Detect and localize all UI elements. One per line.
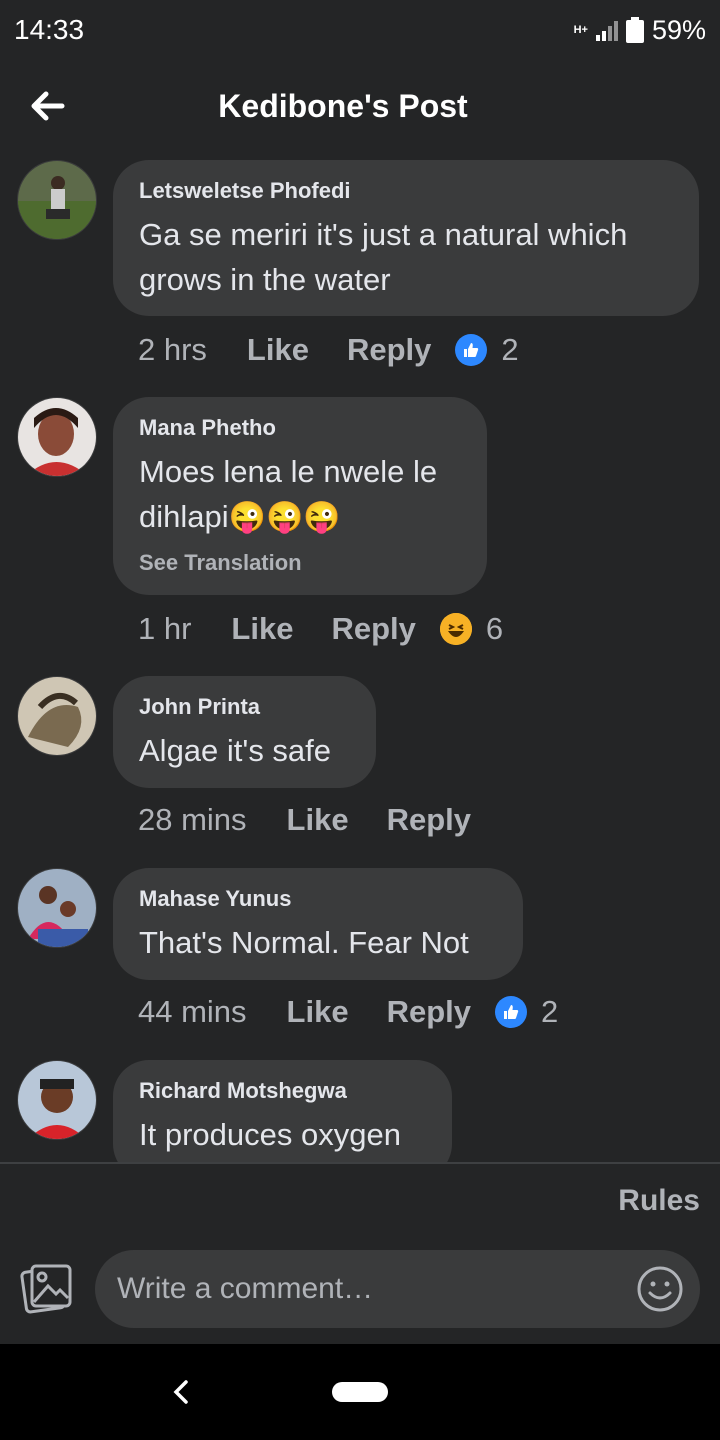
comment-text: It produces oxygen: [139, 1117, 401, 1152]
battery-icon: [625, 17, 644, 43]
page-title: Kedibone's Post: [218, 88, 468, 124]
status-time: 14:33: [14, 14, 85, 45]
signal-icon: [595, 19, 618, 41]
avatar[interactable]: [17, 160, 97, 240]
comment-bubble[interactable]: Letsweletse Phofedi Ga se meriri it's ju…: [113, 160, 699, 316]
comment-actions: 2 hrs Like Reply 2: [138, 332, 519, 368]
reaction-count: 2: [541, 994, 559, 1029]
comment-actions: 1 hr Like Reply 6: [138, 611, 503, 647]
reply-button[interactable]: Reply: [387, 802, 471, 838]
reply-button[interactable]: Reply: [331, 611, 415, 647]
comment-bubble[interactable]: John Printa Algae it's safe: [113, 676, 376, 788]
comment-author[interactable]: John Printa: [139, 694, 350, 720]
smiley-icon: [637, 1266, 683, 1312]
haha-icon[interactable]: [439, 613, 472, 645]
comment-text: Ga se meriri it's just a natural which g…: [139, 217, 628, 297]
comment-actions: 28 mins Like Reply: [138, 802, 509, 838]
like-button[interactable]: Like: [247, 332, 309, 368]
comment-author[interactable]: Mahase Yunus: [139, 886, 497, 912]
comment-bubble[interactable]: Mana Phetho Moes lena le nwele le dihlap…: [113, 397, 487, 595]
comment-composer: [95, 1250, 700, 1328]
comment-text: Algae it's safe: [139, 733, 332, 768]
status-bar: 14:33 H+ 59%: [0, 0, 720, 60]
rules-link[interactable]: Rules: [618, 1184, 700, 1218]
see-translation-link[interactable]: See Translation: [139, 550, 461, 576]
reaction-count: 6: [485, 611, 504, 646]
comment-bubble[interactable]: Richard Motshegwa It produces oxygen: [113, 1060, 452, 1162]
photo-button[interactable]: [20, 1262, 74, 1314]
comment-author[interactable]: Richard Motshegwa: [139, 1078, 426, 1104]
like-button[interactable]: Like: [287, 994, 349, 1030]
avatar[interactable]: [17, 1060, 97, 1140]
avatar[interactable]: [17, 868, 97, 948]
comment-time[interactable]: 2 hrs: [138, 332, 207, 368]
network-type: H+: [573, 23, 588, 36]
comment: Richard Motshegwa It produces oxygen: [0, 1060, 720, 1162]
like-button[interactable]: Like: [231, 611, 293, 647]
comment-input[interactable]: [95, 1250, 615, 1328]
comment-time[interactable]: 1 hr: [138, 611, 191, 647]
divider: [0, 1162, 720, 1164]
system-home-button[interactable]: [332, 1382, 388, 1402]
comment-author[interactable]: Letsweletse Phofedi: [139, 178, 673, 204]
comment-actions: 44 mins Like Reply 2: [138, 994, 558, 1030]
emoji-button[interactable]: [636, 1265, 684, 1313]
comment-text: That's Normal. Fear Not: [139, 925, 469, 960]
status-icons: H+ 59%: [574, 14, 706, 46]
photo-icon: [20, 1264, 72, 1314]
comment-text: Moes lena le nwele le dihlapi😜😜😜: [139, 449, 461, 540]
wink-tongue-emoji-icon: 😜😜😜: [228, 501, 341, 534]
thumbs-up-icon[interactable]: [455, 334, 488, 366]
like-button[interactable]: Like: [287, 802, 349, 838]
avatar[interactable]: [17, 676, 97, 756]
comment-time[interactable]: 44 mins: [138, 994, 247, 1030]
header: Kedibone's Post: [0, 62, 720, 152]
avatar[interactable]: [17, 397, 97, 477]
comment-author[interactable]: Mana Phetho: [139, 415, 461, 441]
chevron-left-icon: [173, 1380, 188, 1404]
reaction-count: 2: [501, 332, 519, 367]
reply-button[interactable]: Reply: [387, 994, 471, 1030]
system-back-button[interactable]: [166, 1374, 196, 1410]
reply-button[interactable]: Reply: [347, 332, 431, 368]
comment-bubble[interactable]: Mahase Yunus That's Normal. Fear Not: [113, 868, 523, 980]
battery-percent: 59%: [651, 14, 706, 45]
thumbs-up-icon[interactable]: [495, 996, 527, 1028]
comment-time[interactable]: 28 mins: [138, 802, 247, 838]
